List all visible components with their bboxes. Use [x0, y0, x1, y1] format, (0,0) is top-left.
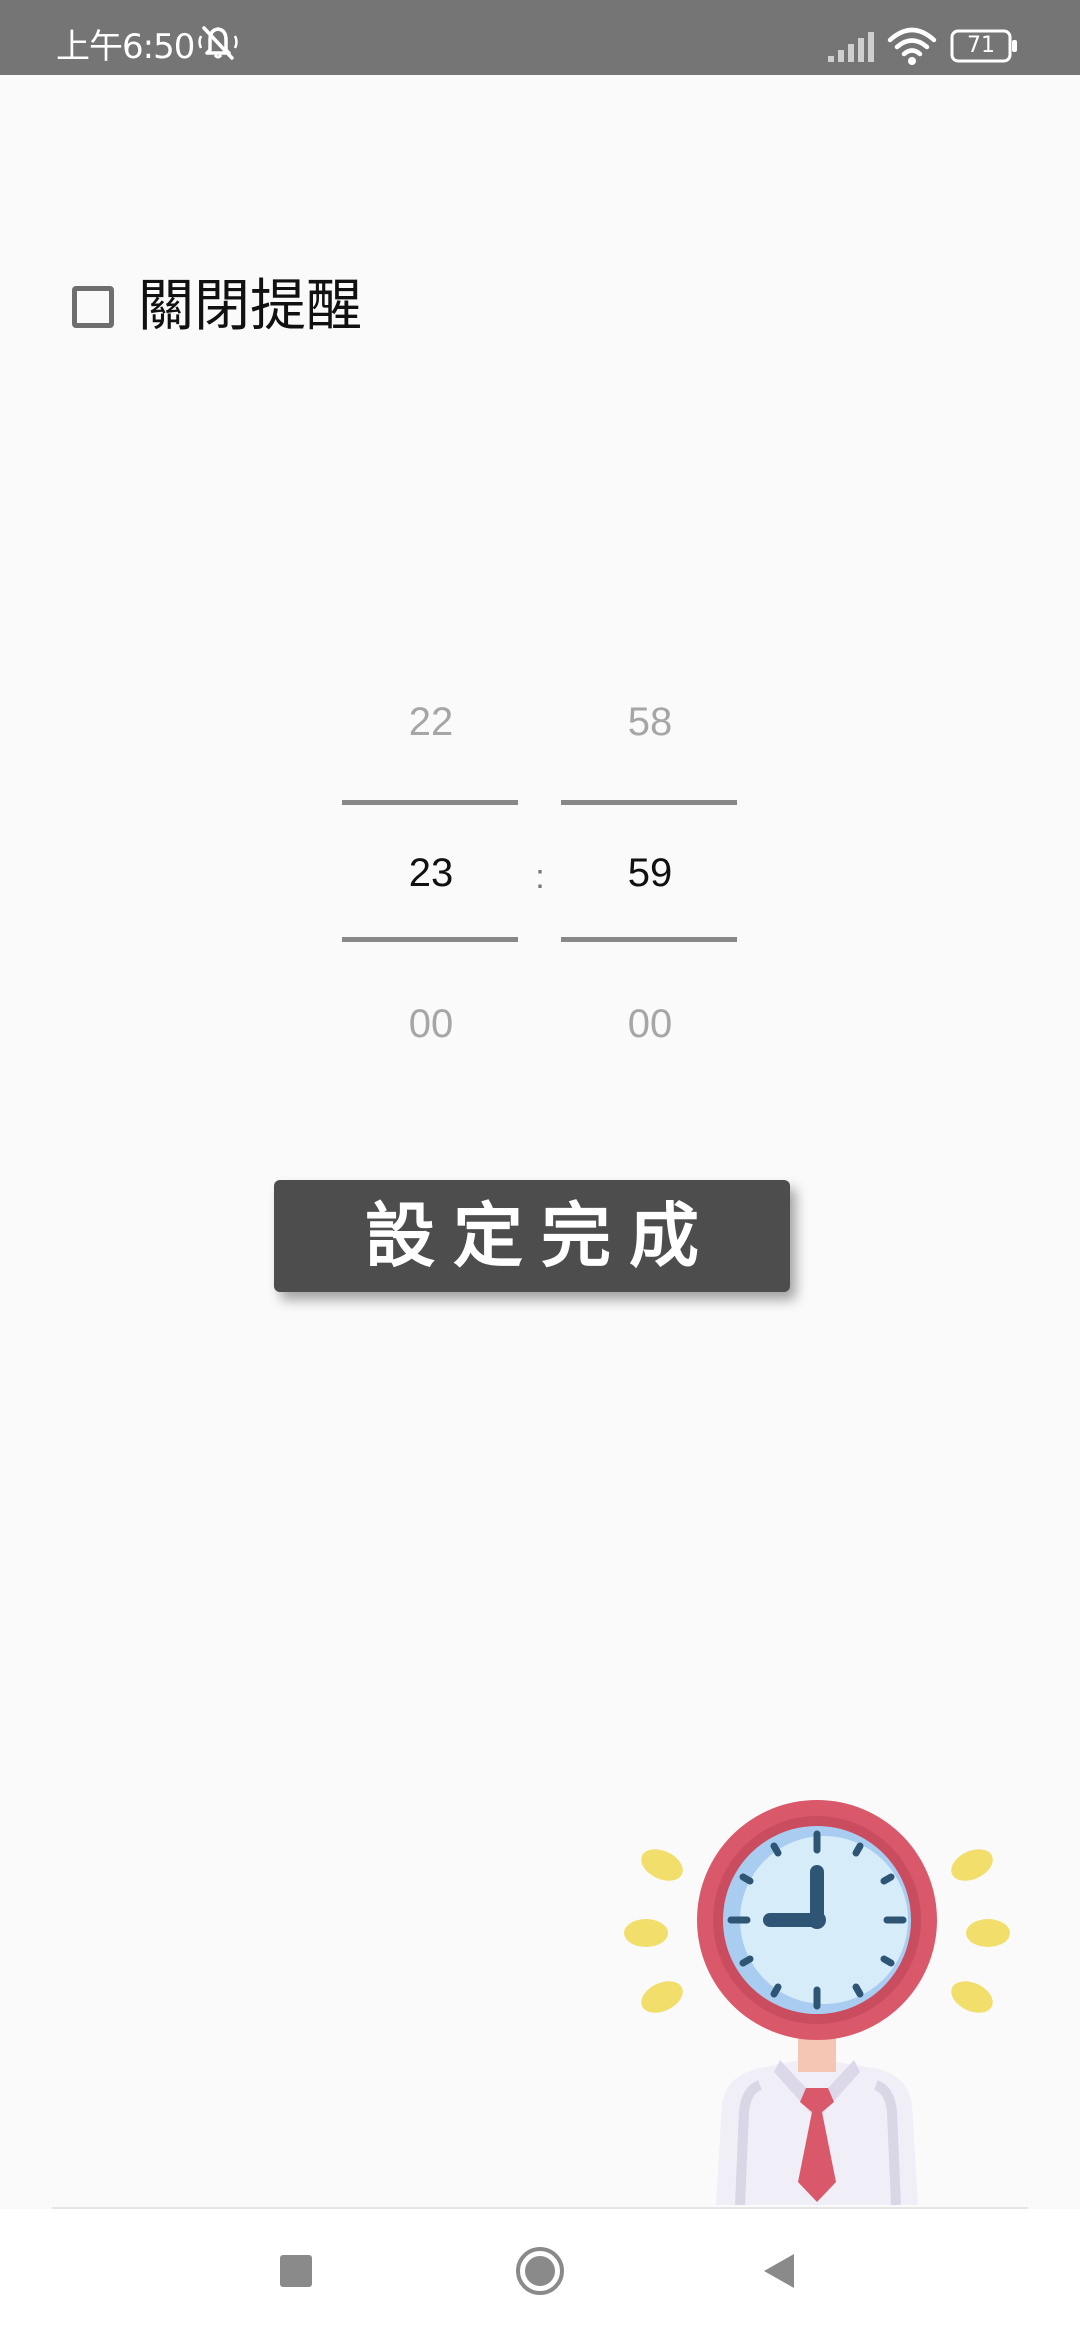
- minute-current-value[interactable]: 59: [561, 848, 739, 898]
- clock-head-person-icon: [624, 1800, 1010, 2205]
- minute-picker[interactable]: 58 59 00: [561, 690, 739, 1060]
- minute-picker-top-divider: [561, 800, 737, 805]
- minute-picker-bottom-divider: [561, 937, 737, 942]
- hour-prev-value[interactable]: 22: [342, 697, 520, 747]
- hour-current-value[interactable]: 23: [342, 848, 520, 898]
- wifi-icon: [887, 27, 937, 65]
- status-bar: 上午6:50 71: [0, 0, 1080, 75]
- navigation-bar: [0, 2209, 1080, 2340]
- done-button[interactable]: 設定完成: [274, 1180, 790, 1292]
- signal-icon: [828, 32, 874, 62]
- minute-next-value[interactable]: 00: [561, 999, 739, 1049]
- recents-square-icon[interactable]: [278, 2253, 314, 2289]
- home-circle-icon[interactable]: [514, 2245, 566, 2297]
- hour-picker[interactable]: 22 23 00: [342, 690, 520, 1060]
- status-time: 上午6:50: [56, 27, 195, 67]
- hour-picker-bottom-divider: [342, 937, 518, 942]
- time-separator: :: [535, 858, 545, 896]
- disable-reminder-checkbox[interactable]: [72, 286, 114, 328]
- battery-level: 71: [967, 33, 995, 58]
- minute-prev-value[interactable]: 58: [561, 697, 739, 747]
- bell-muted-icon: [198, 26, 238, 60]
- back-triangle-icon[interactable]: [760, 2251, 800, 2291]
- disable-reminder-label[interactable]: 關閉提醒: [138, 272, 362, 342]
- hour-next-value[interactable]: 00: [342, 999, 520, 1049]
- disable-reminder-checkbox-row[interactable]: 關閉提醒: [72, 272, 362, 342]
- hour-picker-top-divider: [342, 800, 518, 805]
